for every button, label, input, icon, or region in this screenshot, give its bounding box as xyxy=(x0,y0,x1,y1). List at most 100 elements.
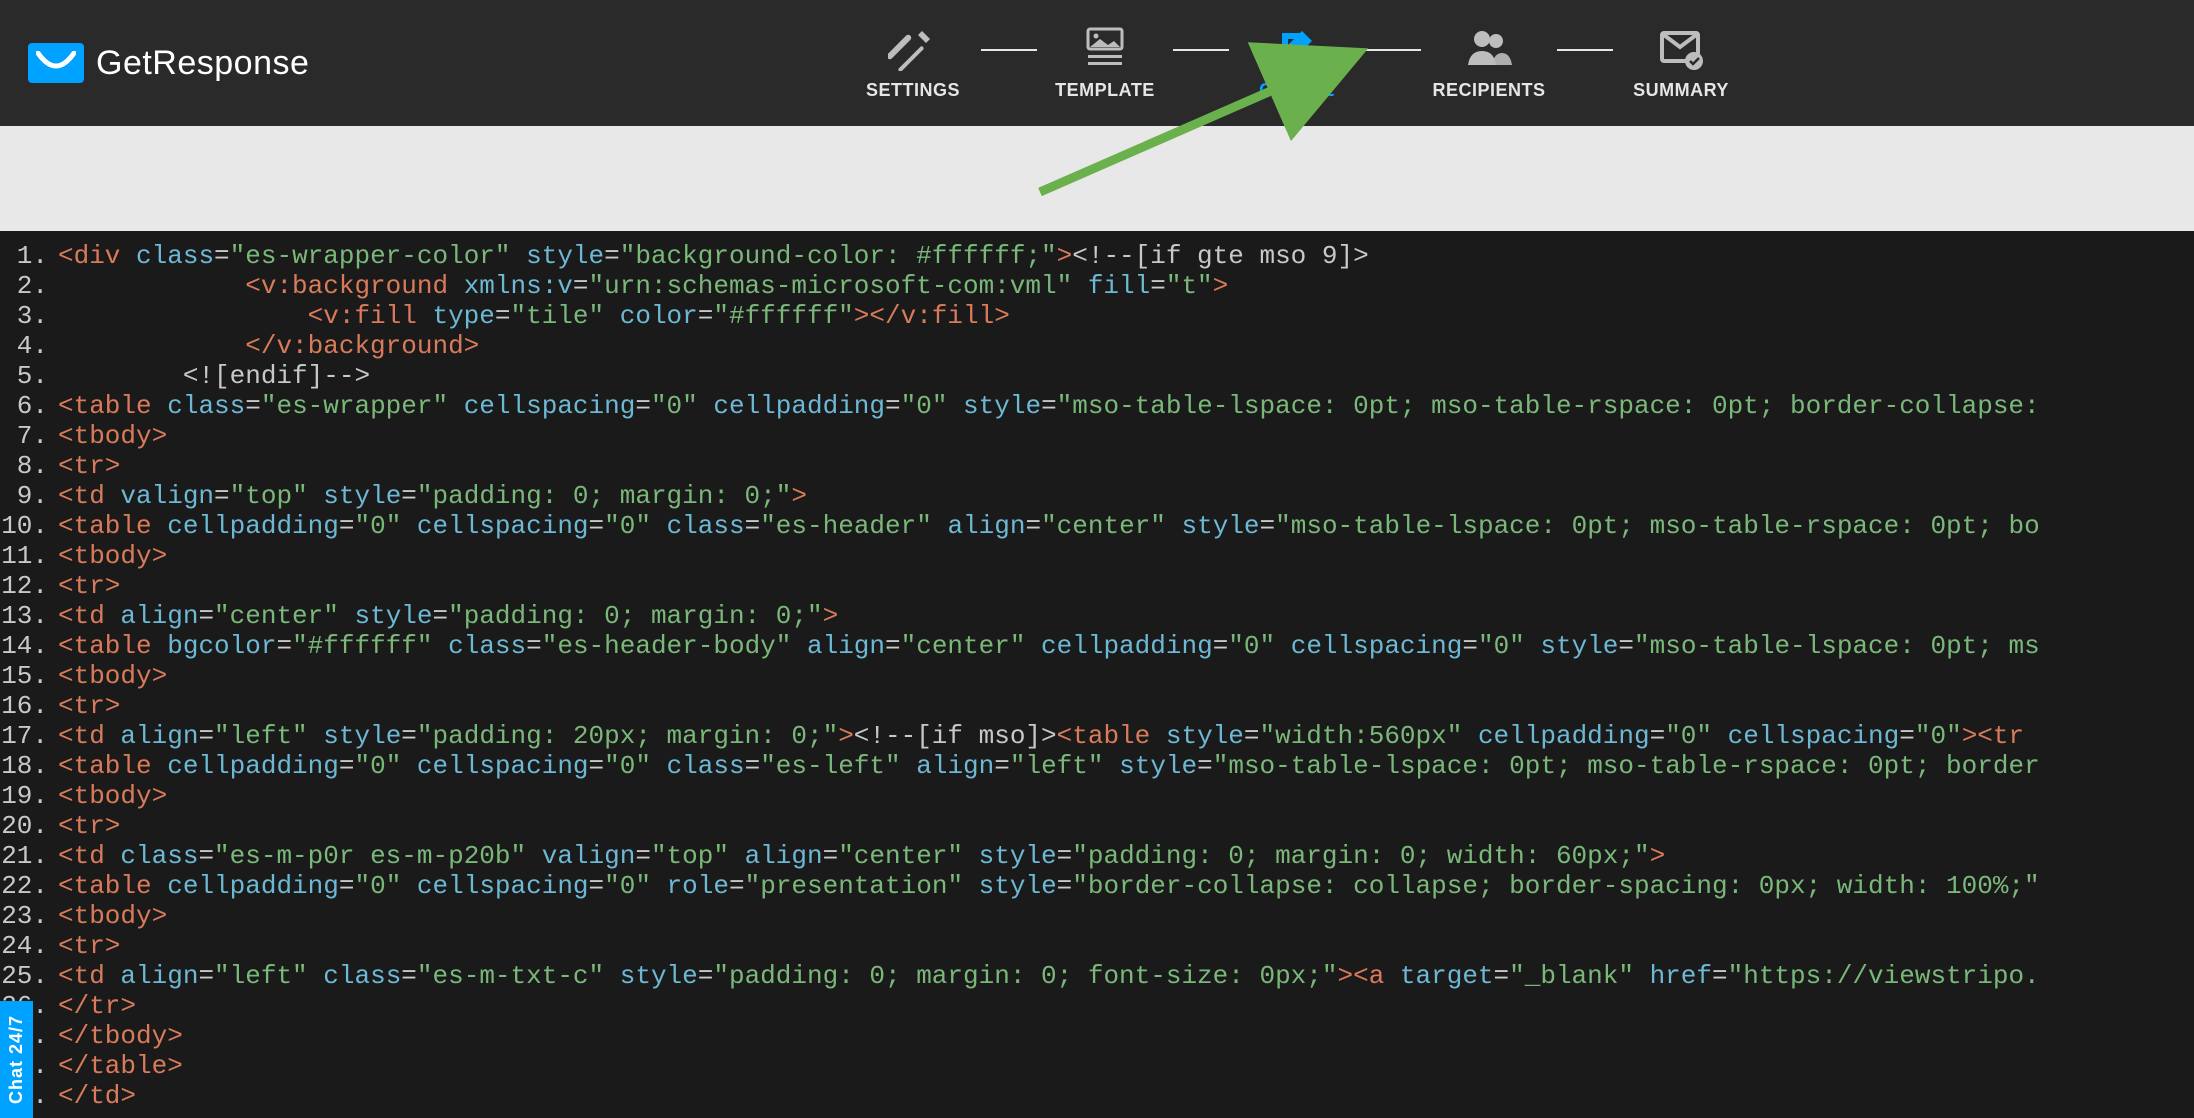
line-number: 10. xyxy=(0,511,58,541)
code-content: <td align="left" class="es-m-txt-c" styl… xyxy=(58,961,2194,991)
line-number: 22. xyxy=(0,871,58,901)
code-content: <td class="es-m-p0r es-m-p20b" valign="t… xyxy=(58,841,2194,871)
settings-icon xyxy=(887,26,939,70)
code-content: </td> xyxy=(58,1081,2194,1111)
code-line[interactable]: 7.<tbody> xyxy=(0,421,2194,451)
step-settings[interactable]: SETTINGS xyxy=(853,26,973,101)
step-separator xyxy=(1557,49,1613,51)
code-content: <table cellpadding="0" cellspacing="0" r… xyxy=(58,871,2194,901)
step-recipients[interactable]: RECIPIENTS xyxy=(1429,26,1549,101)
code-line[interactable]: 22.<table cellpadding="0" cellspacing="0… xyxy=(0,871,2194,901)
code-line[interactable]: 1.<div class="es-wrapper-color" style="b… xyxy=(0,241,2194,271)
line-number: 25. xyxy=(0,961,58,991)
chat-tab[interactable]: Chat 24/7 xyxy=(0,1001,33,1118)
code-line[interactable]: 6.<table class="es-wrapper" cellspacing=… xyxy=(0,391,2194,421)
line-number: 15. xyxy=(0,661,58,691)
recipients-icon xyxy=(1463,26,1515,70)
code-content: <tbody> xyxy=(58,661,2194,691)
code-content: <table class="es-wrapper" cellspacing="0… xyxy=(58,391,2194,421)
line-number: 21. xyxy=(0,841,58,871)
code-content: <table bgcolor="#ffffff" class="es-heade… xyxy=(58,631,2194,661)
line-number: 18. xyxy=(0,751,58,781)
line-number: 2. xyxy=(0,271,58,301)
line-number: 9. xyxy=(0,481,58,511)
step-separator xyxy=(1173,49,1229,51)
code-line[interactable]: 28.</table> xyxy=(0,1051,2194,1081)
code-line[interactable]: 19.<tbody> xyxy=(0,781,2194,811)
code-line[interactable]: 12.<tr> xyxy=(0,571,2194,601)
brand-name: GetResponse xyxy=(96,44,309,83)
code-line[interactable]: 27.</tbody> xyxy=(0,1021,2194,1051)
code-line[interactable]: 14.<table bgcolor="#ffffff" class="es-he… xyxy=(0,631,2194,661)
line-number: 6. xyxy=(0,391,58,421)
code-line[interactable]: 3. <v:fill type="tile" color="#ffffff"><… xyxy=(0,301,2194,331)
step-label: SETTINGS xyxy=(866,80,960,101)
code-line[interactable]: 11.<tbody> xyxy=(0,541,2194,571)
code-content: </table> xyxy=(58,1051,2194,1081)
code-line[interactable]: 2. <v:background xmlns:v="urn:schemas-mi… xyxy=(0,271,2194,301)
step-separator xyxy=(1365,49,1421,51)
code-content: <tbody> xyxy=(58,901,2194,931)
line-number: 3. xyxy=(0,301,58,331)
line-number: 24. xyxy=(0,931,58,961)
step-label: SUMMARY xyxy=(1633,80,1729,101)
code-content: <td align="center" style="padding: 0; ma… xyxy=(58,601,2194,631)
line-number: 13. xyxy=(0,601,58,631)
line-number: 8. xyxy=(0,451,58,481)
line-number: 20. xyxy=(0,811,58,841)
code-line[interactable]: 18.<table cellpadding="0" cellspacing="0… xyxy=(0,751,2194,781)
code-line[interactable]: 15.<tbody> xyxy=(0,661,2194,691)
line-number: 16. xyxy=(0,691,58,721)
code-content: <div class="es-wrapper-color" style="bac… xyxy=(58,241,2194,271)
toolbar-strip xyxy=(0,126,2194,231)
code-line[interactable]: 20.<tr> xyxy=(0,811,2194,841)
line-number: 1. xyxy=(0,241,58,271)
line-number: 23. xyxy=(0,901,58,931)
line-number: 4. xyxy=(0,331,58,361)
code-line[interactable]: 26.</tr> xyxy=(0,991,2194,1021)
brand-logo-icon xyxy=(28,43,84,83)
line-number: 12. xyxy=(0,571,58,601)
code-content: </v:background> xyxy=(58,331,2194,361)
step-summary[interactable]: SUMMARY xyxy=(1621,26,1741,101)
code-content: <tbody> xyxy=(58,541,2194,571)
code-content: <v:fill type="tile" color="#ffffff"></v:… xyxy=(58,301,2194,331)
step-label: CREATE xyxy=(1259,80,1335,101)
code-line[interactable]: 5. <![endif]--> xyxy=(0,361,2194,391)
code-line[interactable]: 9.<td valign="top" style="padding: 0; ma… xyxy=(0,481,2194,511)
line-number: 7. xyxy=(0,421,58,451)
step-separator xyxy=(981,49,1037,51)
code-line[interactable]: 10.<table cellpadding="0" cellspacing="0… xyxy=(0,511,2194,541)
code-content: <tr> xyxy=(58,451,2194,481)
step-create[interactable]: CREATE xyxy=(1237,26,1357,101)
code-line[interactable]: 29.</td> xyxy=(0,1081,2194,1111)
code-line[interactable]: 17.<td align="left" style="padding: 20px… xyxy=(0,721,2194,751)
wizard-steps: SETTINGS TEMPLATE CREATE RECIPIENTS xyxy=(853,26,1741,101)
brand-logo[interactable]: GetResponse xyxy=(28,43,309,83)
code-content: <td align="left" style="padding: 20px; m… xyxy=(58,721,2194,751)
code-line[interactable]: 25.<td align="left" class="es-m-txt-c" s… xyxy=(0,961,2194,991)
step-label: RECIPIENTS xyxy=(1432,80,1545,101)
code-line[interactable]: 8.<tr> xyxy=(0,451,2194,481)
summary-icon xyxy=(1655,26,1707,70)
line-number: 17. xyxy=(0,721,58,751)
step-label: TEMPLATE xyxy=(1055,80,1155,101)
line-number: 14. xyxy=(0,631,58,661)
step-template[interactable]: TEMPLATE xyxy=(1045,26,1165,101)
code-line[interactable]: 4. </v:background> xyxy=(0,331,2194,361)
code-content: </tr> xyxy=(58,991,2194,1021)
code-line[interactable]: 21.<td class="es-m-p0r es-m-p20b" valign… xyxy=(0,841,2194,871)
code-content: <![endif]--> xyxy=(58,361,2194,391)
code-content: <tr> xyxy=(58,811,2194,841)
code-content: <tr> xyxy=(58,691,2194,721)
code-content: </tbody> xyxy=(58,1021,2194,1051)
code-content: <v:background xmlns:v="urn:schemas-micro… xyxy=(58,271,2194,301)
code-line[interactable]: 13.<td align="center" style="padding: 0;… xyxy=(0,601,2194,631)
code-line[interactable]: 16.<tr> xyxy=(0,691,2194,721)
code-line[interactable]: 24.<tr> xyxy=(0,931,2194,961)
code-content: <tr> xyxy=(58,571,2194,601)
code-line[interactable]: 23.<tbody> xyxy=(0,901,2194,931)
code-editor[interactable]: 1.<div class="es-wrapper-color" style="b… xyxy=(0,231,2194,1118)
line-number: 19. xyxy=(0,781,58,811)
code-content: <tbody> xyxy=(58,781,2194,811)
